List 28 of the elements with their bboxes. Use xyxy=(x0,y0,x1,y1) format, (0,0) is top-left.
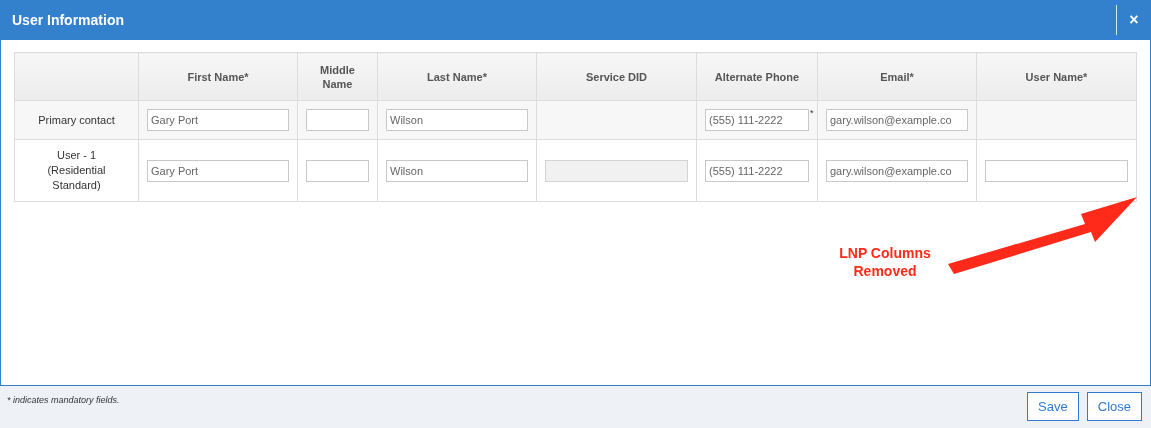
row-label: User - 1 (Residential Standard) xyxy=(47,149,106,191)
window-title: User Information xyxy=(12,10,125,30)
column-header: Last Name* xyxy=(377,52,537,101)
annotation-text: LNP Columns Removed xyxy=(838,244,932,280)
mandatory-note: * indicates mandatory fields. xyxy=(7,394,120,407)
input-field[interactable]: Wilson xyxy=(386,109,528,131)
row-label: Primary contact xyxy=(38,113,115,126)
footer-button[interactable]: Close xyxy=(1086,392,1142,421)
close-button[interactable]: × xyxy=(1117,0,1151,40)
input-field[interactable]: (555) 111-2222 xyxy=(705,159,809,182)
input-field[interactable]: gary.wilson@example.co xyxy=(826,109,968,131)
input-field[interactable]: gary.wilson@example.co xyxy=(826,159,968,182)
column-header: Alternate Phone xyxy=(696,52,818,101)
input-field[interactable]: Gary Port xyxy=(147,109,289,131)
column-header: User Name* xyxy=(976,52,1137,101)
input-field[interactable] xyxy=(306,159,369,182)
footer-button[interactable]: Save xyxy=(1027,392,1079,421)
column-header: Middle Name xyxy=(297,52,378,101)
input-field[interactable]: (555) 111-2222 xyxy=(705,109,809,131)
required-mark: * xyxy=(810,109,814,118)
arrow-icon xyxy=(945,194,1140,276)
input-field[interactable]: Gary Port xyxy=(147,159,289,182)
column-header: First Name* xyxy=(138,52,298,101)
input-field[interactable] xyxy=(306,109,369,131)
column-header: Service DID xyxy=(536,52,697,101)
input-field[interactable] xyxy=(985,159,1128,182)
column-header: Email* xyxy=(817,52,977,101)
input-field[interactable]: Wilson xyxy=(386,159,528,182)
